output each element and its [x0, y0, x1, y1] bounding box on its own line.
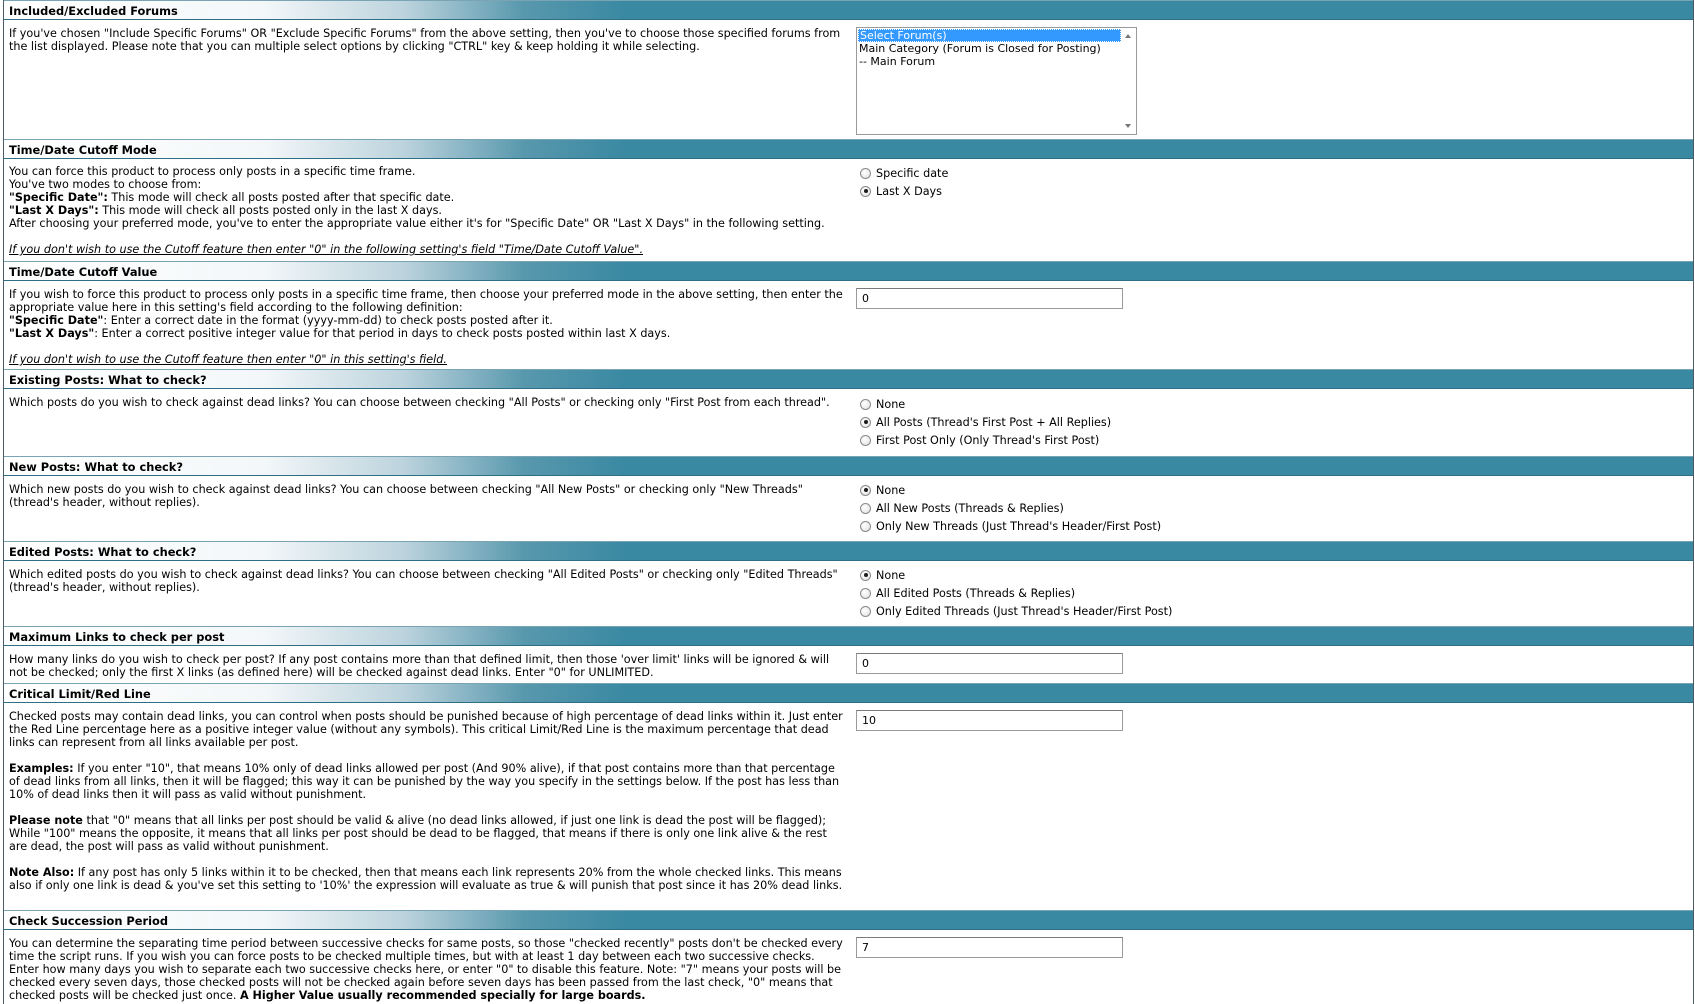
setting-description: If you've chosen "Include Specific Forum… — [9, 27, 841, 53]
section-title: Time/Date Cutoff Mode — [4, 139, 1693, 159]
radio-label: All New Posts (Threads & Replies) — [876, 501, 1064, 515]
section-edited-posts: Edited Posts: What to check? Which edite… — [4, 541, 1693, 626]
radio-label: None — [876, 397, 906, 411]
forum-multiselect[interactable]: Select Forum(s) Main Category (Forum is … — [856, 27, 1137, 135]
radio-button[interactable] — [860, 167, 871, 179]
section-title: Edited Posts: What to check? — [4, 541, 1693, 561]
radio-button[interactable] — [860, 416, 871, 428]
radio-new-all-posts[interactable]: All New Posts (Threads & Replies) — [856, 499, 1161, 517]
desc-line: "Specific Date": This mode will check al… — [9, 191, 455, 204]
succession-period-input[interactable] — [856, 937, 1123, 958]
list-option[interactable]: -- Main Forum — [857, 55, 1136, 68]
radio-label: Only Edited Threads (Just Thread's Heade… — [876, 604, 1173, 618]
desc-paragraph: Checked posts may contain dead links, yo… — [9, 710, 843, 749]
radio-label: All Edited Posts (Threads & Replies) — [876, 586, 1076, 600]
section-new-posts: New Posts: What to check? Which new post… — [4, 456, 1693, 541]
setting-description: How many links do you wish to check per … — [9, 653, 830, 679]
critical-limit-input[interactable] — [856, 710, 1123, 731]
scroll-up-arrow-icon[interactable] — [1125, 34, 1131, 38]
radio-button[interactable] — [860, 605, 871, 617]
radio-specific-date[interactable]: Specific date — [856, 164, 948, 182]
radio-new-none[interactable]: None — [856, 481, 1161, 499]
desc-line: "Specific Date": Enter a correct date in… — [9, 314, 553, 327]
cutoff-value-input[interactable] — [856, 288, 1123, 309]
section-cutoff-mode: Time/Date Cutoff Mode You can force this… — [4, 139, 1693, 261]
settings-panel: Included/Excluded Forums If you've chose… — [3, 0, 1694, 1004]
radio-label: All Posts (Thread's First Post + All Rep… — [876, 415, 1112, 429]
section-cutoff-value: Time/Date Cutoff Value If you wish to fo… — [4, 261, 1693, 369]
radio-last-x-days[interactable]: Last X Days — [856, 182, 948, 200]
list-option[interactable]: Main Category (Forum is Closed for Posti… — [857, 42, 1136, 55]
setting-description: Which new posts do you wish to check aga… — [9, 483, 803, 509]
section-check-succession: Check Succession Period You can determin… — [4, 910, 1693, 1004]
section-critical-limit: Critical Limit/Red Line Checked posts ma… — [4, 683, 1693, 930]
section-title: New Posts: What to check? — [4, 456, 1693, 476]
radio-button[interactable] — [860, 434, 871, 446]
radio-label: First Post Only (Only Thread's First Pos… — [876, 433, 1100, 447]
radio-label: Specific date — [876, 166, 949, 180]
radio-label: None — [876, 568, 906, 582]
radio-button[interactable] — [860, 484, 871, 496]
desc-line: "Last X Days": Enter a correct positive … — [9, 327, 671, 340]
desc-line: You've two modes to choose from: — [9, 178, 202, 191]
radio-label: None — [876, 483, 906, 497]
radio-edited-none[interactable]: None — [856, 566, 1172, 584]
desc-line: You can force this product to process on… — [9, 165, 416, 178]
radio-existing-none[interactable]: None — [856, 395, 1111, 413]
setting-description: You can determine the separating time pe… — [9, 937, 843, 1002]
radio-edited-threads-only[interactable]: Only Edited Threads (Just Thread's Heade… — [856, 602, 1172, 620]
desc-paragraph: Examples: If you enter "10", that means … — [9, 762, 840, 801]
radio-label: Last X Days — [876, 184, 942, 198]
desc-line: "Last X Days": This mode will check all … — [9, 204, 442, 217]
setting-description: Which posts do you wish to check against… — [9, 396, 830, 409]
radio-button[interactable] — [860, 569, 871, 581]
radio-button[interactable] — [860, 520, 871, 532]
section-included-excluded-forums: Included/Excluded Forums If you've chose… — [4, 0, 1693, 139]
desc-line: After choosing your preferred mode, you'… — [9, 217, 825, 230]
setting-description: Which edited posts do you wish to check … — [9, 568, 838, 594]
scroll-down-arrow-icon[interactable] — [1125, 124, 1131, 128]
setting-description: If you wish to force this product to pro… — [9, 288, 848, 366]
radio-label: Only New Threads (Just Thread's Header/F… — [876, 519, 1162, 533]
radio-existing-first-post[interactable]: First Post Only (Only Thread's First Pos… — [856, 431, 1111, 449]
radio-existing-all-posts[interactable]: All Posts (Thread's First Post + All Rep… — [856, 413, 1111, 431]
radio-edited-all-posts[interactable]: All Edited Posts (Threads & Replies) — [856, 584, 1172, 602]
setting-description: You can force this product to process on… — [9, 165, 848, 256]
section-max-links: Maximum Links to check per post How many… — [4, 626, 1693, 683]
desc-note: If you don't wish to use the Cutoff feat… — [9, 353, 447, 366]
setting-description: Checked posts may contain dead links, yo… — [9, 710, 848, 892]
section-title: Check Succession Period — [4, 910, 1693, 930]
desc-paragraph: Note Also: If any post has only 5 links … — [9, 866, 843, 892]
section-title: Time/Date Cutoff Value — [4, 261, 1693, 281]
section-existing-posts: Existing Posts: What to check? Which pos… — [4, 369, 1693, 454]
section-title: Maximum Links to check per post — [4, 626, 1693, 646]
radio-new-threads-only[interactable]: Only New Threads (Just Thread's Header/F… — [856, 517, 1161, 535]
listbox-scrollbar[interactable] — [1121, 28, 1136, 134]
section-title: Existing Posts: What to check? — [4, 369, 1693, 389]
radio-button[interactable] — [860, 398, 871, 410]
section-title: Included/Excluded Forums — [4, 0, 1693, 20]
max-links-input[interactable] — [856, 653, 1123, 674]
list-option-selected[interactable]: Select Forum(s) — [858, 29, 1121, 42]
section-title: Critical Limit/Red Line — [4, 683, 1693, 703]
desc-paragraph: Please note that "0" means that all link… — [9, 814, 827, 853]
radio-button[interactable] — [860, 185, 871, 197]
radio-button[interactable] — [860, 587, 871, 599]
radio-button[interactable] — [860, 502, 871, 514]
desc-line: If you wish to force this product to pro… — [9, 288, 843, 314]
desc-note: If you don't wish to use the Cutoff feat… — [9, 243, 643, 256]
